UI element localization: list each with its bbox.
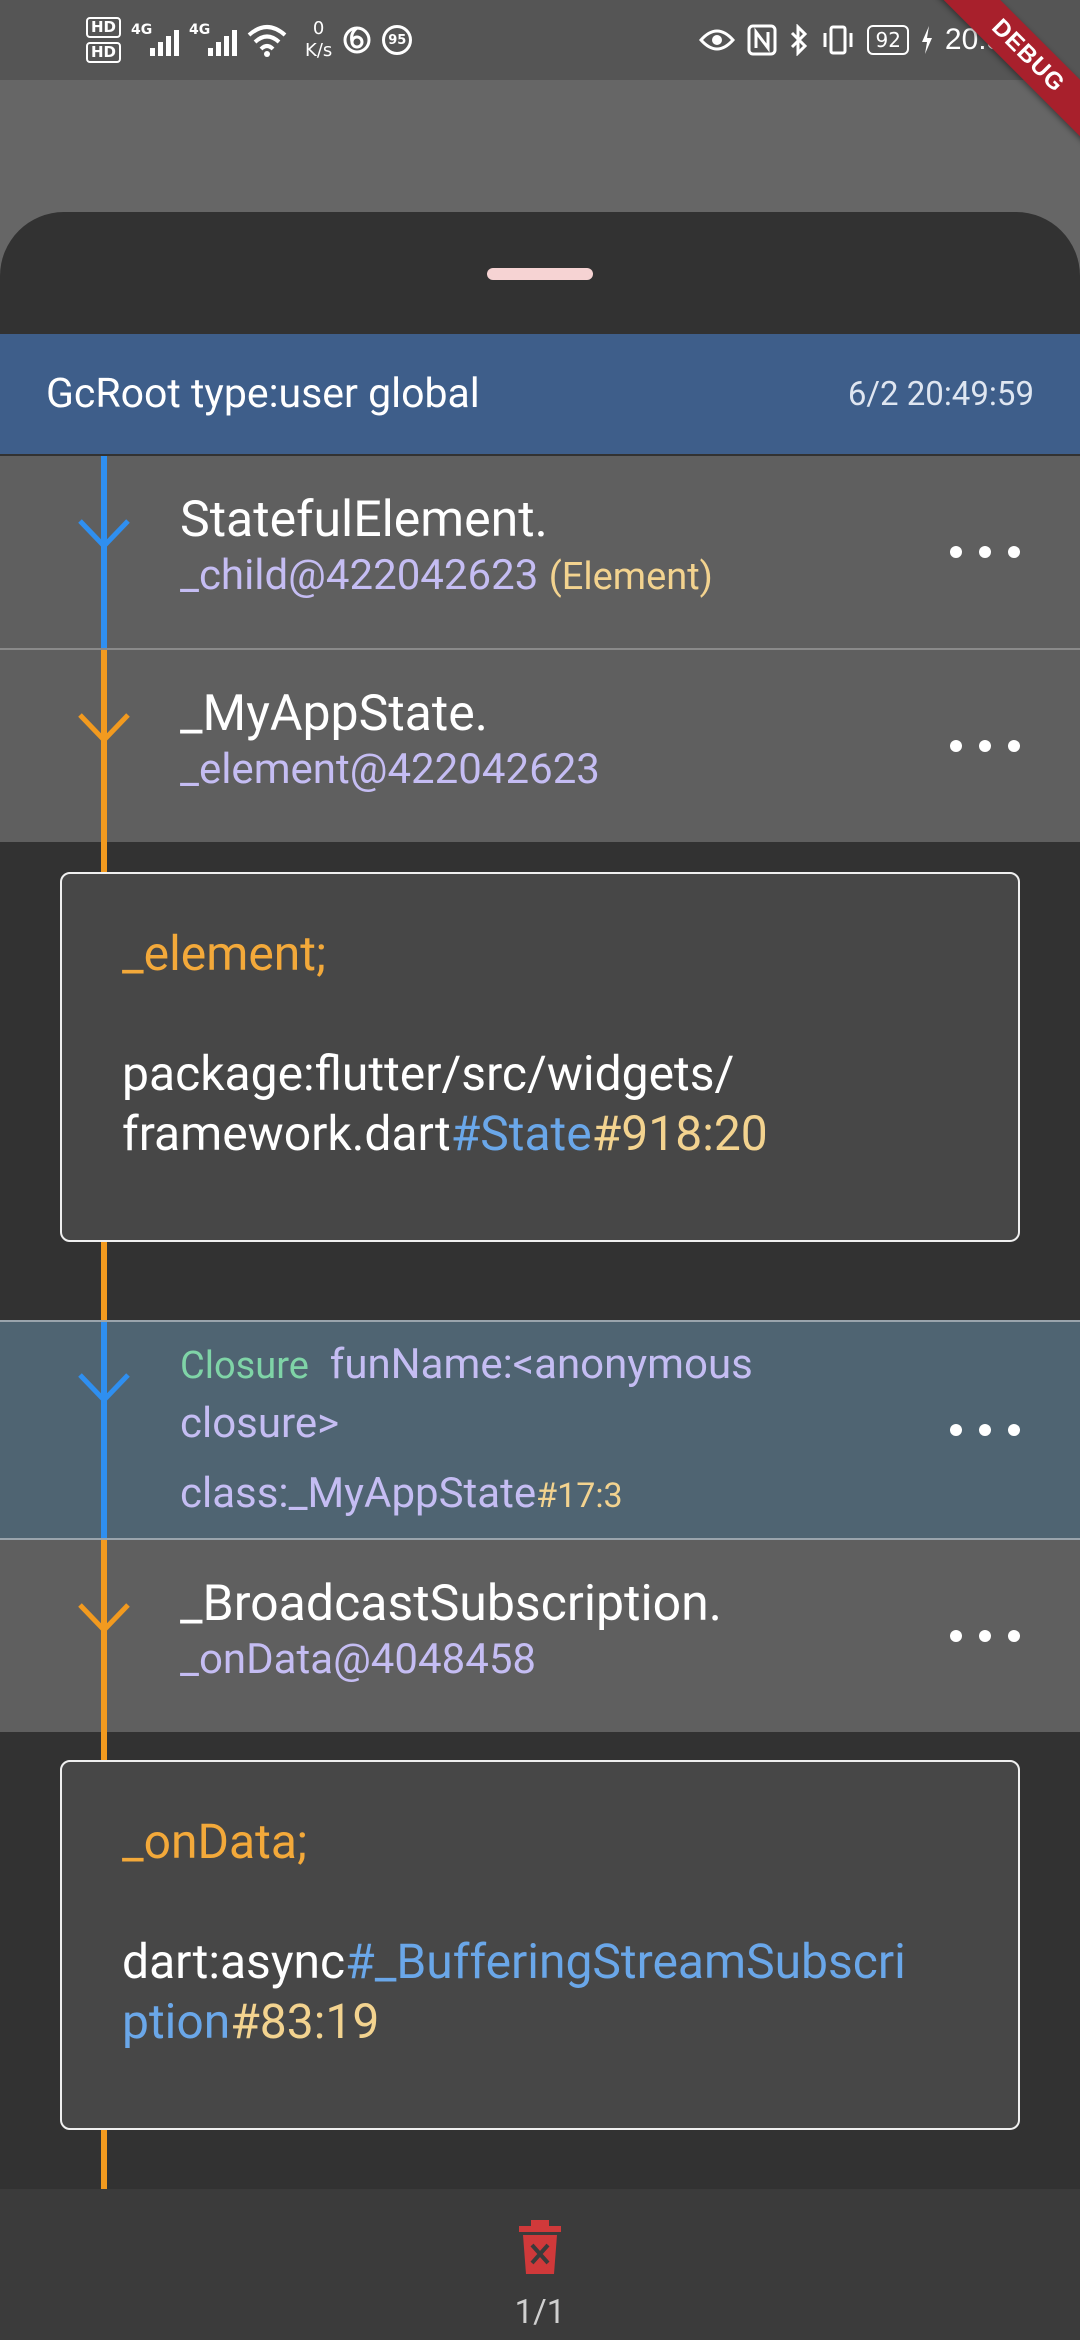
- signal-icon: 4G: [189, 20, 238, 60]
- source-path: dart:async#_BufferingStreamSubscription#…: [122, 1932, 958, 2052]
- reference-row[interactable]: StatefulElement. _child@422042623 (Eleme…: [0, 456, 1080, 648]
- delete-icon[interactable]: [517, 2219, 563, 2275]
- field-name: _element@422042623: [180, 745, 600, 794]
- closure-position: #17:3: [536, 1476, 623, 1516]
- closure-tag: Closure: [180, 1344, 309, 1388]
- hd-icon: HD: [86, 42, 122, 63]
- closure-text: Closure funName:<anonymous closure> clas…: [180, 1336, 900, 1525]
- owner-class-name: _BroadcastSubscription.: [180, 1575, 722, 1633]
- page-indicator: 1/1: [514, 2293, 566, 2332]
- battery-icon: 92: [867, 25, 909, 55]
- gc-root-header: GcRoot type:user global 6/2 20:49:59: [0, 334, 1080, 454]
- owner-class-name: _MyAppState.: [180, 685, 488, 743]
- chevron-down-icon: [78, 519, 130, 550]
- nfc-icon: [747, 24, 777, 56]
- reference-text: StatefulElement. _child@422042623 (Eleme…: [180, 492, 900, 605]
- owner-class-name: StatefulElement.: [180, 491, 548, 549]
- source-location-card[interactable]: _onData; dart:async#_BufferingStreamSubs…: [60, 1760, 1020, 2130]
- signal-icon: 4G: [131, 20, 180, 60]
- field-name: _child@422042623: [180, 551, 539, 600]
- chevron-down-icon: [78, 1603, 130, 1634]
- more-options-button[interactable]: [950, 1410, 1020, 1450]
- network-speed: 0 K/s: [305, 18, 333, 61]
- notification-count-icon: 95: [382, 25, 413, 55]
- closure-class: class:_MyAppState: [180, 1469, 537, 1518]
- chevron-down-icon: [78, 713, 130, 744]
- eye-icon: [699, 29, 736, 51]
- source-path: package:flutter/src/widgets/ framework.d…: [122, 1044, 958, 1164]
- gc-root-timestamp: 6/2 20:49:59: [847, 374, 1034, 414]
- spiral-icon: [343, 26, 371, 54]
- hd-badges: HD HD: [86, 17, 122, 63]
- bluetooth-icon: [791, 24, 808, 56]
- field-declaration: _onData;: [122, 1813, 308, 1870]
- bottom-bar: 1/1: [0, 2189, 1080, 2340]
- hd-icon: HD: [86, 17, 122, 38]
- source-location-card[interactable]: _element; package:flutter/src/widgets/ f…: [60, 872, 1020, 1242]
- chevron-down-icon: [78, 1373, 130, 1404]
- reference-row[interactable]: _BroadcastSubscription. _onData@4048458: [0, 1540, 1080, 1732]
- closure-function-name-cont: closure>: [180, 1399, 340, 1448]
- source-file: dart:async: [122, 1933, 346, 1990]
- more-options-button[interactable]: [950, 1616, 1020, 1656]
- field-declaration: _element;: [122, 925, 327, 982]
- more-options-button[interactable]: [950, 532, 1020, 572]
- source-class: #State: [450, 1105, 592, 1162]
- wifi-icon: [247, 25, 287, 57]
- more-options-button[interactable]: [950, 726, 1020, 766]
- field-name: _onData@4048458: [180, 1635, 537, 1684]
- source-class-cont: ption: [122, 1993, 231, 2050]
- status-left: HD HD 4G 4G 0 K/s 95: [86, 12, 413, 68]
- charging-icon: [921, 26, 932, 54]
- closure-function-name: funName:<anonymous: [329, 1340, 753, 1389]
- closure-row[interactable]: Closure funName:<anonymous closure> clas…: [0, 1322, 1080, 1538]
- field-type: (Element): [548, 555, 713, 599]
- source-line-col: #83:19: [230, 1993, 380, 2050]
- reference-text: _MyAppState. _element@422042623: [180, 686, 900, 798]
- gc-root-title: GcRoot type:user global: [46, 370, 480, 418]
- drag-handle[interactable]: [487, 268, 593, 280]
- vibrate-icon: [823, 25, 853, 55]
- source-line-col: #918:20: [591, 1105, 768, 1162]
- reference-chain-sheet: GcRoot type:user global 6/2 20:49:59 Sta…: [0, 212, 1080, 2340]
- reference-text: _BroadcastSubscription. _onData@4048458: [180, 1576, 900, 1688]
- status-bar: HD HD 4G 4G 0 K/s 95 92 DEBUG: [0, 0, 1080, 148]
- source-class: #_BufferingStreamSubscri: [345, 1933, 906, 1990]
- reference-row[interactable]: _MyAppState. _element@422042623: [0, 650, 1080, 842]
